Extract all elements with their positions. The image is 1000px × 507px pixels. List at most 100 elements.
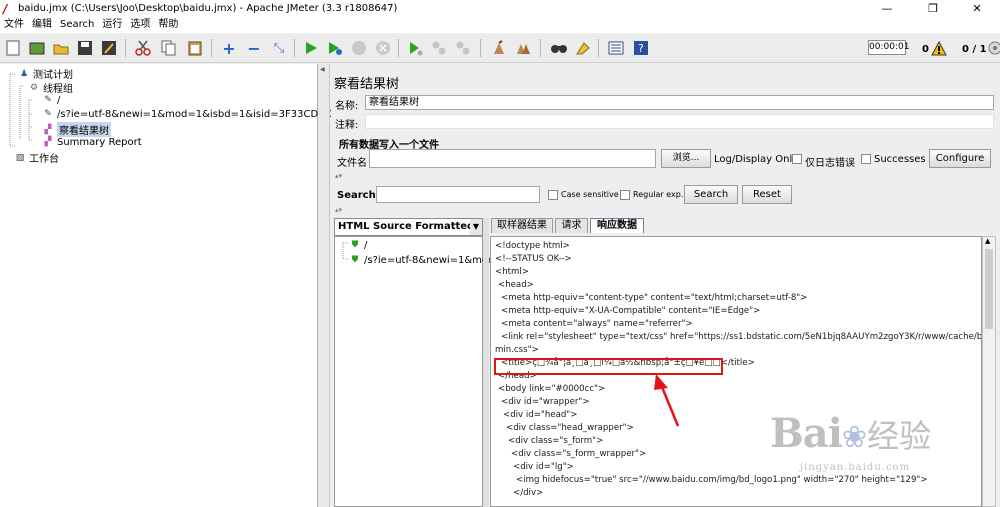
results-divider[interactable]	[483, 218, 489, 507]
source-line: <meta content="always" name="referrer">	[501, 319, 693, 329]
test-plan-tree: ♟ 测试计划 ⚙ 线程组 ✎ / ✎/s?ie=utf-8&newi=1&mod=1&…	[0, 64, 377, 507]
tree-node-sampler-root[interactable]: ✎ /	[42, 94, 60, 106]
tree-node-test-plan[interactable]: ♟ 测试计划	[18, 66, 73, 82]
svg-text:?: ?	[638, 42, 644, 55]
filename-label: 文件名	[337, 158, 367, 169]
tree-node-workbench[interactable]: ▧ 工作台	[14, 150, 59, 166]
reset-search-icon[interactable]	[572, 37, 594, 59]
collapse-arrows-icon[interactable]: ▴▾	[335, 206, 342, 214]
stop-icon[interactable]	[348, 37, 370, 59]
reset-button[interactable]: Reset	[742, 185, 792, 204]
new-icon[interactable]	[2, 37, 24, 59]
gear-icon: ⚙	[29, 82, 39, 93]
name-label: 名称:	[335, 101, 359, 112]
errors-only-checkbox[interactable]	[792, 154, 802, 164]
toggle-icon[interactable]: ⤡	[268, 37, 290, 59]
comment-field[interactable]	[365, 114, 994, 129]
remote-stop-icon[interactable]	[428, 37, 450, 59]
source-line: <div class="head_wrapper">	[506, 423, 634, 433]
menu-options[interactable]: 选项	[126, 17, 154, 33]
open-icon[interactable]	[50, 37, 72, 59]
source-line: <div class="s_form">	[508, 436, 604, 446]
cut-icon[interactable]	[132, 37, 154, 59]
source-line: min.css">	[495, 345, 539, 355]
filename-field[interactable]	[369, 149, 656, 168]
toolbar: + − ⤡ ?	[0, 34, 1000, 63]
help-icon[interactable]: ?	[630, 37, 652, 59]
watermark-url: jingyan.baidu.com	[800, 462, 911, 473]
browse-button[interactable]: 浏览...	[661, 149, 711, 168]
results-list: ⛊ / ⛊/s?ie=utf-8&newi=1&mod=1	[334, 236, 509, 507]
menu-help[interactable]: 帮助	[154, 17, 182, 33]
chart-icon: ▞	[44, 124, 52, 135]
collapse-arrows-icon[interactable]: ▴▾	[335, 172, 342, 180]
success-shield-icon: ⛊	[351, 255, 359, 265]
start-no-pauses-icon[interactable]	[324, 37, 346, 59]
source-line: <meta http-equiv="X-UA-Compatible" conte…	[501, 306, 761, 316]
case-sensitive-checkbox[interactable]	[548, 190, 558, 200]
result-item[interactable]: ⛊ /	[349, 239, 368, 251]
close-button[interactable]: ✕	[954, 0, 1000, 17]
renderer-select[interactable]: HTML Source Formatted	[334, 218, 483, 236]
search-button[interactable]: Search	[684, 185, 738, 204]
tab-request[interactable]: 请求	[555, 218, 588, 233]
tree-node-summary-report[interactable]: ▞ Summary Report	[42, 136, 142, 148]
successes-label: Successes	[874, 154, 926, 165]
log-display-label: Log/Display Only:	[714, 154, 801, 165]
function-helper-icon[interactable]	[605, 37, 627, 59]
source-line: <div class="s_form_wrapper">	[511, 449, 647, 459]
minimize-button[interactable]: —	[864, 0, 910, 17]
maximize-button[interactable]: ❐	[910, 0, 956, 17]
toolbar-separator	[540, 39, 541, 57]
tree-node-view-results-tree[interactable]: ▞ 察看结果树	[42, 122, 111, 137]
save-icon[interactable]	[74, 37, 96, 59]
paste-icon[interactable]	[184, 37, 206, 59]
copy-icon[interactable]	[158, 37, 180, 59]
search-icon[interactable]	[548, 37, 570, 59]
split-pane-divider[interactable]: ◀	[318, 64, 330, 507]
pipette-icon: ✎	[44, 95, 52, 105]
menu-search[interactable]: Search	[56, 17, 98, 33]
tab-response-data[interactable]: 响应数据	[590, 218, 644, 233]
collapse-arrow-icon[interactable]: ◀	[320, 66, 325, 73]
remote-shutdown-icon[interactable]	[452, 37, 474, 59]
scroll-thumb[interactable]	[985, 249, 993, 329]
source-line: <div id="lg">	[513, 462, 574, 472]
workbench-icon: ▧	[15, 152, 25, 163]
remote-start-icon[interactable]	[404, 37, 426, 59]
menu-file[interactable]: 文件	[0, 17, 28, 33]
successes-checkbox[interactable]	[861, 154, 871, 164]
jmeter-app-icon: /	[3, 2, 8, 16]
menu-edit[interactable]: 编辑	[28, 17, 56, 33]
templates-icon[interactable]	[26, 37, 48, 59]
warning-icon[interactable]	[928, 37, 950, 59]
clear-icon[interactable]	[488, 37, 510, 59]
source-scrollbar[interactable]: ▲	[982, 236, 996, 507]
expand-all-icon[interactable]: +	[218, 37, 240, 59]
start-icon[interactable]	[300, 37, 322, 59]
tab-sampler-result[interactable]: 取样器结果	[491, 218, 553, 233]
source-line: <html>	[495, 267, 529, 277]
search-label: Search:	[337, 190, 380, 201]
thread-count: 0 / 1	[962, 44, 987, 55]
name-field[interactable]: 察看结果树	[365, 95, 994, 110]
source-line: <meta http-equiv="content-type" content=…	[501, 293, 808, 303]
tree-node-thread-group[interactable]: ⚙ 线程组	[28, 80, 73, 96]
search-field[interactable]	[376, 186, 540, 203]
configure-button[interactable]: Configure	[929, 149, 991, 168]
toolbar-separator	[294, 39, 295, 57]
save-as-icon[interactable]	[98, 37, 120, 59]
chevron-down-icon[interactable]: ▼	[470, 219, 482, 235]
scroll-up-icon[interactable]: ▲	[985, 237, 990, 245]
watermark-brand2: 经验	[867, 417, 932, 455]
title-bar: / baidu.jmx (C:\Users\Joo\Desktop\baidu.…	[0, 0, 1000, 17]
regex-checkbox[interactable]	[620, 190, 630, 200]
case-sensitive-label: Case sensitive	[561, 190, 619, 199]
shutdown-icon[interactable]	[372, 37, 394, 59]
source-line: <head>	[498, 280, 534, 290]
clear-all-icon[interactable]	[512, 37, 534, 59]
source-line: <!--STATUS OK-->	[495, 254, 572, 264]
menu-run[interactable]: 运行	[98, 17, 126, 33]
success-shield-icon: ⛊	[351, 240, 359, 250]
collapse-all-icon[interactable]: −	[243, 37, 265, 59]
